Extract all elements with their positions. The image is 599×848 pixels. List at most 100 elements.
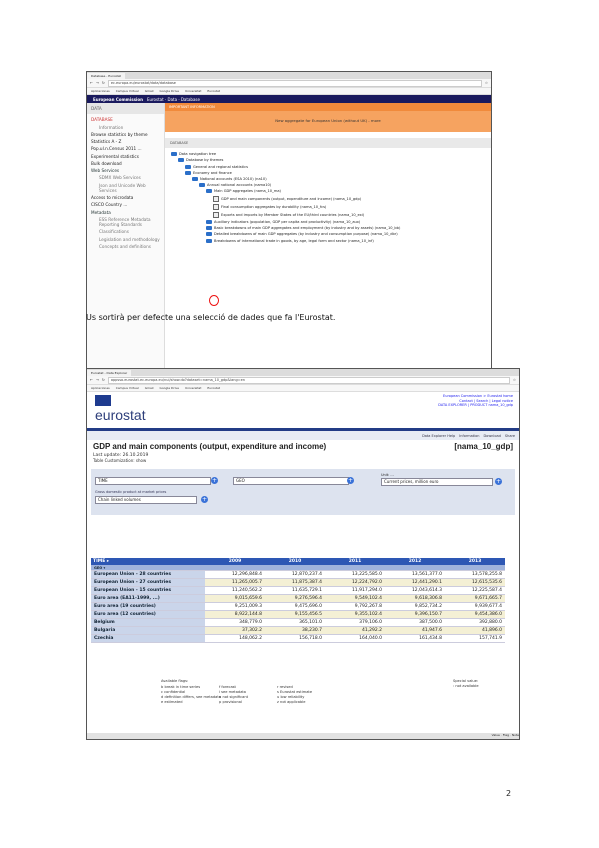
row-label[interactable]: Belgium [91, 618, 205, 627]
bookmark-item[interactable]: Campus Virtual [116, 89, 139, 93]
ec-brand[interactable]: European Commission [93, 97, 143, 102]
header-link[interactable]: European Commission > Eurostat home [438, 394, 513, 399]
information-button[interactable]: Information [459, 434, 479, 438]
year-header[interactable]: 2011 [325, 558, 385, 565]
sidebar-item[interactable]: Information [91, 125, 160, 130]
sidebar-item[interactable]: Concepts and definitions [91, 244, 160, 249]
forward-icon[interactable]: → [96, 81, 99, 85]
row-label[interactable]: Euro area (EA11-1999, ...) [91, 594, 205, 603]
sidebar-item[interactable]: Metadata [91, 210, 160, 215]
tree-node[interactable]: National accounts (ESA 2010) (na10) [171, 176, 485, 181]
row-label[interactable]: Euro area (12 countries) [91, 610, 205, 619]
sidebar-item[interactable]: Legislation and methodology [91, 237, 160, 242]
sidebar-item[interactable]: Bulk download [91, 161, 160, 166]
bookmark-item[interactable]: Aplicaciones [91, 89, 110, 93]
bookmark-item[interactable]: Eurostat [207, 89, 220, 93]
row-label[interactable]: European Union - 15 countries [91, 586, 205, 595]
tree-node[interactable]: Main GDP aggregates (nama_10_ma) [171, 189, 485, 194]
address-bar[interactable]: appsso.eurostat.ec.europa.eu/nui/show.do… [107, 376, 510, 384]
reload-icon[interactable]: ↻ [102, 378, 105, 382]
tree-node-label[interactable]: Final consumption aggregates by durabili… [221, 205, 326, 209]
add-geo-button[interactable]: + [347, 477, 354, 484]
sidebar-item[interactable]: Statistics A - Z [91, 139, 160, 144]
tree-node[interactable]: Exports and imports by Member States of … [171, 211, 485, 218]
row-label[interactable]: Bulgaria [91, 626, 205, 635]
reload-icon[interactable]: ↻ [102, 81, 105, 85]
tree-node-label[interactable]: National accounts (ESA 2010) (na10) [200, 177, 267, 181]
add-na-item-button[interactable]: + [201, 496, 208, 503]
tree-node[interactable]: Economy and finance [171, 170, 485, 175]
sidebar-item[interactable]: Classifications [91, 229, 160, 234]
tree-node-label[interactable]: Breakdowns of international trade in goo… [214, 239, 374, 243]
bookmark-item[interactable]: Gmail [145, 386, 154, 390]
row-label[interactable]: Czechia [91, 634, 205, 643]
browser-tab[interactable]: Eurostat - Data Explorer [87, 369, 132, 376]
tree-node-label[interactable]: Database by themes [186, 158, 223, 162]
table-corner[interactable]: TIME ▸ [91, 558, 205, 565]
bookmark-item[interactable]: Eurostat [207, 386, 220, 390]
tree-node-label[interactable]: GDP and main components (output, expendi… [221, 197, 361, 201]
bookmark-item[interactable]: Google Drive [160, 89, 180, 93]
row-label[interactable]: European Union - 27 countries [91, 578, 205, 587]
tree-node[interactable]: Detailed breakdowns of main GDP aggregat… [171, 232, 485, 237]
unit-dropdown[interactable]: Current prices, million euro [381, 478, 493, 486]
add-time-button[interactable]: + [211, 477, 218, 484]
tree-node[interactable]: Annual national accounts (nama10) [171, 183, 485, 188]
row-label[interactable]: Euro area (19 countries) [91, 602, 205, 611]
star-icon[interactable]: ☆ [513, 378, 516, 382]
bookmark-item[interactable]: Universitat [185, 386, 201, 390]
tree-node-label[interactable]: Economy and finance [193, 171, 232, 175]
year-header[interactable]: 2013 [445, 558, 505, 565]
tree-node[interactable]: Breakdowns of international trade in goo… [171, 238, 485, 243]
tree-node-label[interactable]: Annual national accounts (nama10) [207, 183, 271, 187]
bookmark-item[interactable]: Campus Virtual [116, 386, 139, 390]
back-icon[interactable]: ← [90, 81, 93, 85]
na-item-dropdown[interactable]: Chain linked volumes [95, 496, 197, 504]
bookmark-item[interactable]: Gmail [145, 89, 154, 93]
year-header[interactable]: 2010 [265, 558, 325, 565]
tree-node-label[interactable]: Main GDP aggregates (nama_10_ma) [214, 189, 281, 193]
back-icon[interactable]: ← [90, 378, 93, 382]
share-button[interactable]: Share [505, 434, 515, 438]
bookmark-item[interactable]: Universitat [185, 89, 201, 93]
tree-node[interactable]: Auxiliary indicators (population, GDP pe… [171, 220, 485, 225]
eurostat-logo[interactable]: eurostat [95, 407, 146, 423]
year-header[interactable]: 2009 [205, 558, 265, 565]
sidebar-item[interactable]: DATABASE [91, 117, 160, 122]
tree-node-label[interactable]: Data navigation tree [179, 152, 216, 156]
sidebar-item[interactable]: Browse statistics by theme [91, 132, 160, 137]
download-button[interactable]: Download [483, 434, 500, 438]
sidebar-item[interactable]: SDMX Web Services [91, 175, 160, 180]
sidebar-item[interactable]: Json and Unicode Web Services [91, 183, 160, 194]
bookmark-item[interactable]: Google Drive [160, 386, 180, 390]
sidebar-item[interactable]: Web Services [91, 168, 160, 173]
tree-node[interactable]: Final consumption aggregates by durabili… [171, 203, 485, 210]
year-header[interactable]: 2012 [385, 558, 445, 565]
sidebar-item[interactable]: Pop.ul.n.Census 2011 ... [91, 146, 160, 151]
forward-icon[interactable]: → [96, 378, 99, 382]
row-label[interactable]: European Union - 28 countries [91, 570, 205, 579]
sidebar-item[interactable]: CISCO Country ... [91, 202, 160, 207]
address-bar[interactable]: ec.europa.eu/eurostat/data/database [107, 79, 482, 87]
help-button[interactable]: Data Explorer Help [422, 434, 455, 438]
tree-node-label[interactable]: Exports and imports by Member States of … [221, 213, 364, 217]
sidebar-item[interactable]: Access to microdata [91, 195, 160, 200]
bookmark-item[interactable]: Aplicaciones [91, 386, 110, 390]
sidebar-item[interactable]: ESS Reference Metadata Reporting Standar… [91, 217, 160, 228]
tree-node-label[interactable]: Auxiliary indicators (population, GDP pe… [214, 220, 360, 224]
time-dimension[interactable]: TIME [95, 477, 211, 485]
tree-node[interactable]: General and regional statistics [171, 164, 485, 169]
breadcrumb[interactable]: Eurostat · Data · Database [147, 97, 200, 102]
tree-node-label[interactable]: Detailed breakdowns of main GDP aggregat… [214, 232, 398, 236]
tree-node[interactable]: GDP and main components (output, expendi… [171, 195, 485, 202]
star-icon[interactable]: ☆ [485, 81, 488, 85]
geo-dimension[interactable]: GEO [233, 477, 349, 485]
browser-tab[interactable]: Database - Eurostat [87, 72, 125, 79]
sidebar-item[interactable]: Experimental statistics [91, 154, 160, 159]
add-unit-button[interactable]: + [495, 478, 502, 485]
time-header[interactable]: TIME [93, 559, 105, 564]
notice-text[interactable]: New aggregate for European Union (withou… [275, 118, 380, 123]
tree-node-label[interactable]: General and regional statistics [193, 165, 248, 169]
table-customization-link[interactable]: Table Customization: show [87, 458, 519, 463]
tree-node-label[interactable]: Basic breakdowns of main GDP aggregates … [214, 226, 400, 230]
